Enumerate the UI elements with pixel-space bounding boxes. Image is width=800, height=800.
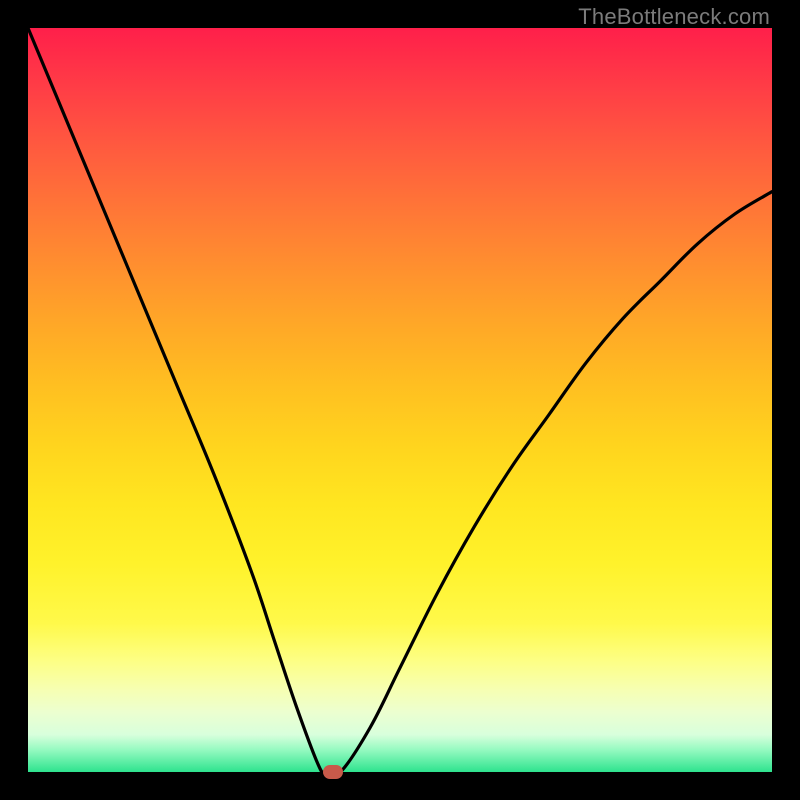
watermark-text: TheBottleneck.com: [578, 4, 770, 30]
bottleneck-curve: [28, 28, 772, 772]
optimal-point-marker: [323, 765, 343, 779]
chart-frame: [28, 28, 772, 772]
